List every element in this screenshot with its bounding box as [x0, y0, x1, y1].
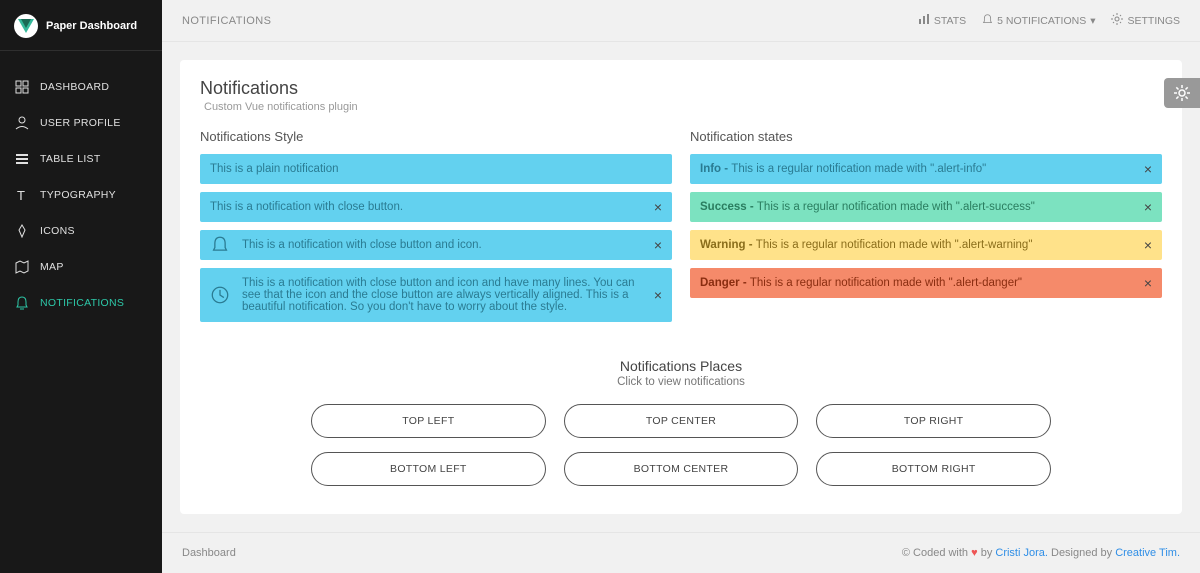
gear-icon — [1111, 13, 1123, 28]
notifications-dropdown[interactable]: 5 NOTIFICATIONS ▾ — [982, 14, 1095, 28]
svg-text:T: T — [17, 188, 25, 202]
settings-label: SETTINGS — [1127, 15, 1180, 27]
notifications-label: 5 NOTIFICATIONS — [997, 15, 1086, 27]
page-crumb: NOTIFICATIONS — [182, 15, 271, 27]
sidebar-item-map[interactable]: MAP — [0, 249, 162, 285]
alert-with-close: This is a notification with close button… — [200, 192, 672, 222]
alert-text: This is a notification with close button… — [242, 239, 482, 251]
bell-icon — [210, 235, 230, 255]
close-icon[interactable]: × — [1144, 199, 1152, 215]
alert-state-success: Success - This is a regular notification… — [690, 192, 1162, 222]
dashboard-icon — [14, 79, 30, 95]
alert-state-warning: Warning - This is a regular notification… — [690, 230, 1162, 260]
alert-state-info: Info - This is a regular notification ma… — [690, 154, 1162, 184]
footer: Dashboard © Coded with ♥ by Cristi Jora.… — [162, 532, 1200, 573]
close-icon[interactable]: × — [1144, 237, 1152, 253]
alert-with-icon: This is a notification with close button… — [200, 230, 672, 260]
content: Notifications Custom Vue notifications p… — [162, 42, 1200, 532]
card: Notifications Custom Vue notifications p… — [180, 60, 1182, 514]
footer-left[interactable]: Dashboard — [182, 547, 236, 559]
alert-text: This is a notification with close button… — [242, 277, 638, 313]
clock-icon — [210, 285, 230, 305]
main: NOTIFICATIONS STATS 5 NOTIFICATIONS ▾ SE… — [162, 0, 1200, 573]
stats-label: STATS — [934, 15, 966, 27]
states-heading: Notification states — [690, 129, 1162, 144]
user-icon — [14, 115, 30, 131]
theme-gear-button[interactable] — [1164, 78, 1200, 108]
btn-top-center[interactable]: TOP CENTER — [564, 404, 799, 438]
footer-right: © Coded with ♥ by Cristi Jora. Designed … — [902, 547, 1180, 559]
close-icon[interactable]: × — [1144, 275, 1152, 291]
close-icon[interactable]: × — [1144, 161, 1152, 177]
sidebar-item-label: TABLE LIST — [40, 153, 101, 165]
alert-plain: This is a plain notification — [200, 154, 672, 184]
chevron-down-icon: ▾ — [1090, 15, 1095, 27]
pen-icon — [14, 223, 30, 239]
footer-author-link[interactable]: Cristi Jora. — [995, 547, 1048, 559]
page-title: Notifications — [200, 78, 1162, 99]
typography-icon: T — [14, 187, 30, 203]
alert-text: This is a notification with close button… — [210, 201, 403, 213]
places-section: Notifications Places Click to view notif… — [200, 358, 1162, 486]
settings-link[interactable]: SETTINGS — [1111, 13, 1180, 28]
places-title: Notifications Places — [200, 358, 1162, 374]
vue-logo-icon — [14, 14, 38, 38]
page-subtitle: Custom Vue notifications plugin — [204, 101, 1162, 113]
close-icon[interactable]: × — [654, 287, 662, 303]
sidebar-item-label: NOTIFICATIONS — [40, 297, 124, 309]
sidebar-item-label: ICONS — [40, 225, 75, 237]
alert-text: Danger - This is a regular notification … — [700, 277, 1022, 289]
map-icon — [14, 259, 30, 275]
alert-multiline: This is a notification with close button… — [200, 268, 672, 322]
sidebar-nav: DASHBOARD USER PROFILE TABLE LIST T TYPO… — [0, 51, 162, 339]
active-caret — [162, 308, 170, 324]
sidebar-item-label: DASHBOARD — [40, 81, 109, 93]
btn-top-right[interactable]: TOP RIGHT — [816, 404, 1051, 438]
close-icon[interactable]: × — [654, 237, 662, 253]
btn-top-left[interactable]: TOP LEFT — [311, 404, 546, 438]
footer-designer-link[interactable]: Creative Tim. — [1115, 547, 1180, 559]
sidebar: Paper Dashboard DASHBOARD USER PROFILE T… — [0, 0, 162, 573]
btn-bottom-right[interactable]: BOTTOM RIGHT — [816, 452, 1051, 486]
alert-text: Warning - This is a regular notification… — [700, 239, 1032, 251]
card-header: Notifications Custom Vue notifications p… — [200, 78, 1162, 113]
style-heading: Notifications Style — [200, 129, 672, 144]
style-column: Notifications Style This is a plain noti… — [200, 129, 672, 330]
topbar: NOTIFICATIONS STATS 5 NOTIFICATIONS ▾ SE… — [162, 0, 1200, 42]
alert-text: Success - This is a regular notification… — [700, 201, 1035, 213]
stats-link[interactable]: STATS — [918, 13, 966, 28]
sidebar-item-label: USER PROFILE — [40, 117, 121, 129]
sidebar-item-notifications[interactable]: NOTIFICATIONS — [0, 285, 162, 321]
list-icon — [14, 151, 30, 167]
sidebar-item-dashboard[interactable]: DASHBOARD — [0, 69, 162, 105]
sidebar-item-table-list[interactable]: TABLE LIST — [0, 141, 162, 177]
btn-bottom-center[interactable]: BOTTOM CENTER — [564, 452, 799, 486]
alert-text: Info - This is a regular notification ma… — [700, 163, 986, 175]
top-actions: STATS 5 NOTIFICATIONS ▾ SETTINGS — [918, 13, 1180, 28]
sidebar-item-user-profile[interactable]: USER PROFILE — [0, 105, 162, 141]
bell-icon — [982, 14, 993, 28]
gear-icon — [1174, 85, 1190, 101]
places-subtitle: Click to view notifications — [200, 376, 1162, 388]
sidebar-item-label: MAP — [40, 261, 64, 273]
sidebar-item-label: TYPOGRAPHY — [40, 189, 116, 201]
bell-icon — [14, 295, 30, 311]
alert-state-danger: Danger - This is a regular notification … — [690, 268, 1162, 298]
chart-icon — [918, 13, 930, 28]
states-column: Notification states Info - This is a reg… — [690, 129, 1162, 330]
close-icon[interactable]: × — [654, 199, 662, 215]
brand-logo[interactable]: Paper Dashboard — [0, 10, 162, 51]
places-grid: TOP LEFT TOP CENTER TOP RIGHT BOTTOM LEF… — [311, 404, 1051, 486]
btn-bottom-left[interactable]: BOTTOM LEFT — [311, 452, 546, 486]
sidebar-item-typography[interactable]: T TYPOGRAPHY — [0, 177, 162, 213]
sidebar-item-icons[interactable]: ICONS — [0, 213, 162, 249]
alert-text: This is a plain notification — [210, 163, 338, 175]
brand-name: Paper Dashboard — [46, 20, 137, 32]
